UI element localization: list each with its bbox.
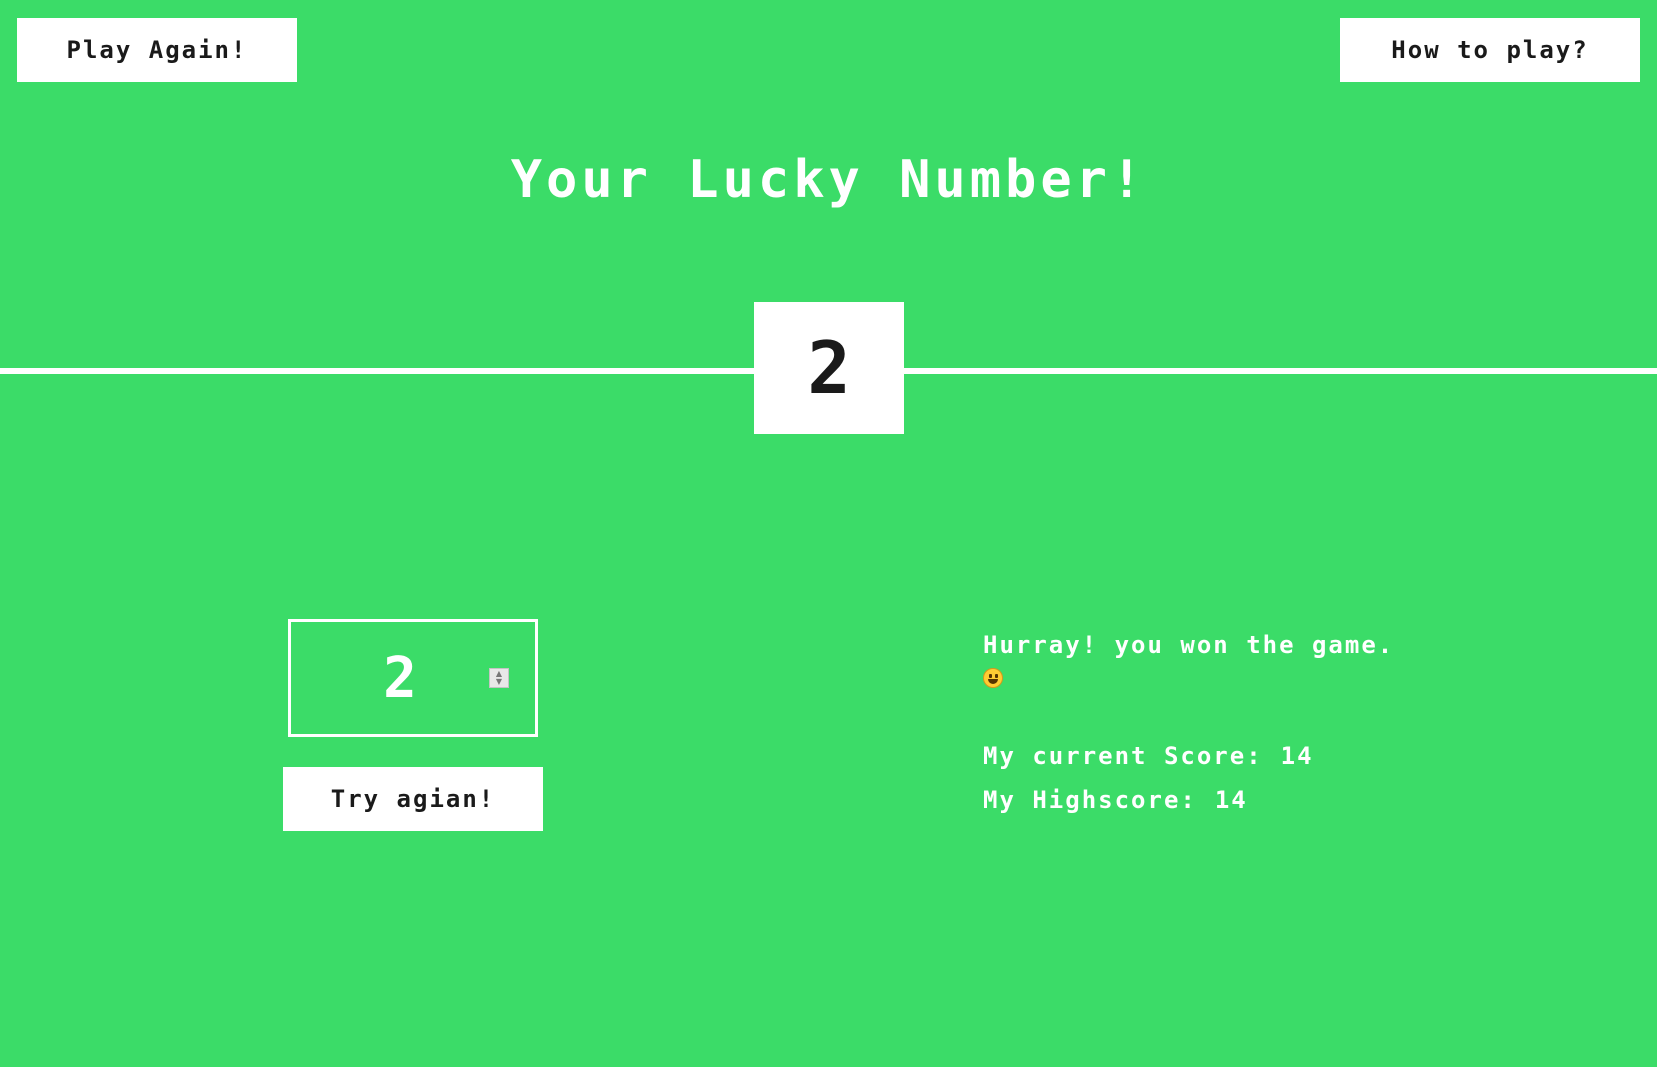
grinning-face-icon	[983, 668, 1003, 688]
try-again-button[interactable]: Try agian!	[283, 767, 543, 831]
result-message-text: Hurray! you won the game.	[983, 631, 1395, 659]
number-spinner-icon[interactable]: ▲ ▼	[489, 668, 509, 688]
highscore-value: 14	[1214, 786, 1248, 814]
lucky-number-display: 2	[754, 302, 904, 434]
how-to-play-button[interactable]: How to play?	[1340, 18, 1640, 82]
current-score: My current Score: 14	[983, 742, 1314, 770]
guess-number-input[interactable]: 2 ▲ ▼	[288, 619, 538, 737]
page-title: Your Lucky Number!	[510, 150, 1147, 210]
highscore: My Highscore: 14	[983, 786, 1248, 814]
lucky-number-value: 2	[807, 326, 851, 410]
play-again-button[interactable]: Play Again!	[17, 18, 297, 82]
current-score-label: My current Score:	[983, 742, 1263, 770]
result-message: Hurray! you won the game.	[983, 630, 1583, 690]
highscore-label: My Highscore:	[983, 786, 1197, 814]
current-score-value: 14	[1280, 742, 1314, 770]
spinner-down-icon[interactable]: ▼	[496, 678, 502, 686]
guess-input-value[interactable]: 2	[291, 646, 489, 711]
